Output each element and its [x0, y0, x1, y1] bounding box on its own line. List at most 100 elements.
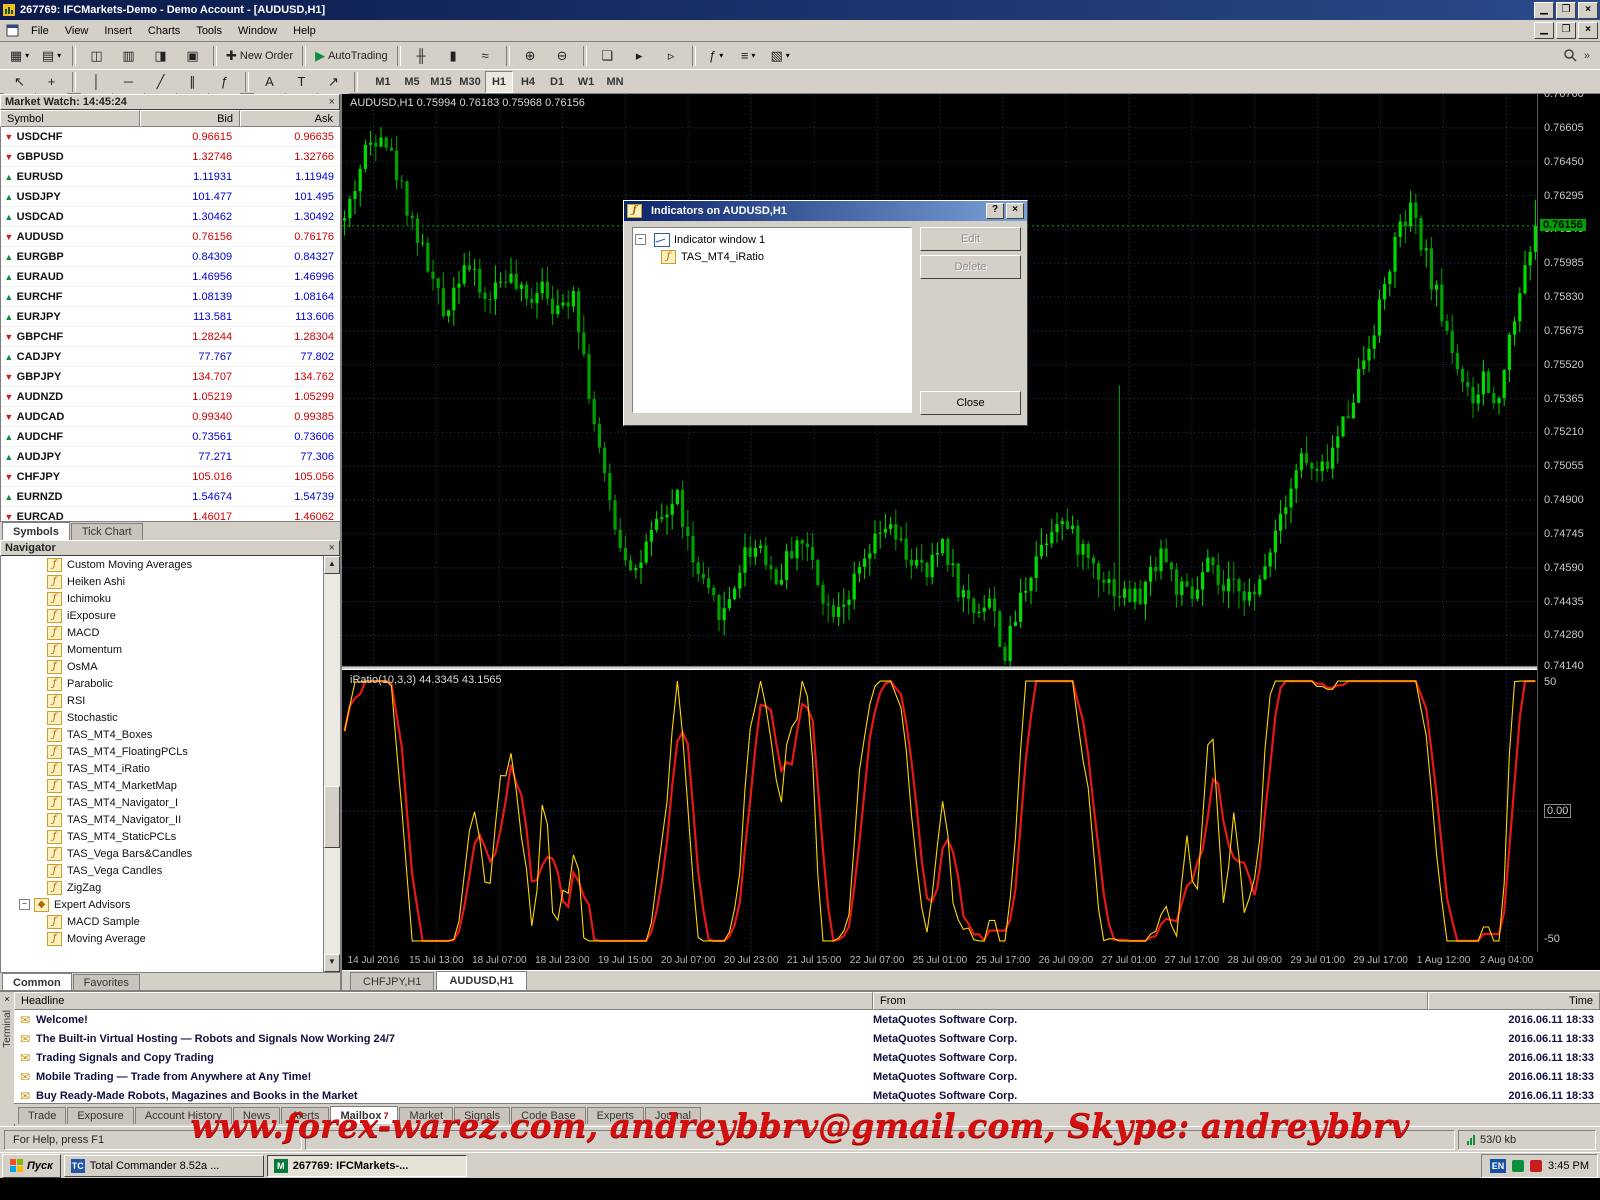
start-button[interactable]: Пуск [2, 1154, 61, 1178]
mail-row[interactable]: ✉Welcome!MetaQuotes Software Corp.2016.0… [14, 1010, 1600, 1029]
navigator-item[interactable]: ƒTAS_Vega Bars&Candles [1, 845, 340, 862]
market-watch-row[interactable]: ▼AUDNZD1.052191.05299 [1, 387, 340, 407]
auto-scroll-button[interactable]: ▸ [624, 44, 655, 68]
navigator-item[interactable]: ƒMACD [1, 624, 340, 641]
tree-node-indicator[interactable]: ƒ TAS_MT4_iRatio [635, 248, 909, 265]
scrollbar-thumb[interactable] [324, 786, 340, 848]
vertical-line-tool[interactable]: │ [81, 70, 112, 94]
arrows-tool[interactable]: ↗ [318, 70, 349, 94]
dropdown-arrow-icon[interactable]: ▾ [786, 51, 790, 60]
market-watch-row[interactable]: ▲USDJPY101.477101.495 [1, 187, 340, 207]
navigator-node-expert-advisors[interactable]: −◆Expert Advisors [1, 896, 340, 913]
market-watch-row[interactable]: ▲EURJPY113.581113.606 [1, 307, 340, 327]
menu-window[interactable]: Window [230, 22, 285, 40]
dropdown-arrow-icon[interactable]: ▾ [719, 51, 723, 60]
terminal-tab-signals[interactable]: Signals [454, 1107, 510, 1124]
navigator-item[interactable]: ƒIchimoku [1, 590, 340, 607]
mw-column-ask[interactable]: Ask [240, 110, 340, 127]
navigator-item[interactable]: ƒStochastic [1, 709, 340, 726]
terminal-tab-journal[interactable]: Journal [645, 1107, 701, 1124]
navigator-item[interactable]: ƒMoving Average [1, 930, 340, 947]
search-icon[interactable] [1563, 48, 1578, 63]
navigator-item[interactable]: ƒiExposure [1, 607, 340, 624]
dialog-indicator-list[interactable]: − Indicator window 1 ƒ TAS_MT4_iRatio [632, 227, 912, 413]
market-watch-row[interactable]: ▲AUDJPY77.27177.306 [1, 447, 340, 467]
market-watch-tab-tick-chart[interactable]: Tick Chart [71, 523, 143, 540]
price-scale[interactable]: 0.767600.766050.764500.762950.761400.759… [1537, 94, 1600, 970]
mail-row[interactable]: ✉Trading Signals and Copy TradingMetaQuo… [14, 1048, 1600, 1067]
tree-collapse-icon[interactable]: − [19, 899, 30, 910]
dialog-help-button[interactable]: ? [986, 203, 1004, 219]
tray-alert-icon[interactable] [1530, 1160, 1542, 1172]
terminal-tab-news[interactable]: News [233, 1107, 281, 1124]
timeframe-d1[interactable]: D1 [543, 71, 571, 93]
restore-button[interactable]: ❐ [1556, 2, 1576, 19]
close-button-dialog[interactable]: Close [920, 391, 1021, 415]
market-watch-row[interactable]: ▼USDCHF0.966150.96635 [1, 127, 340, 147]
market-watch-row[interactable]: ▼GBPJPY134.707134.762 [1, 367, 340, 387]
text-label-tool[interactable]: T [286, 70, 317, 94]
navigator-item[interactable]: ƒOsMA [1, 658, 340, 675]
autotrading-button[interactable]: ▶AutoTrading [311, 44, 392, 68]
market-watch-row[interactable]: ▼GBPCHF1.282441.28304 [1, 327, 340, 347]
trendline-tool[interactable]: ╱ [145, 70, 176, 94]
navigator-tab-favorites[interactable]: Favorites [73, 974, 140, 991]
navigator-item[interactable]: ƒHeiken Ashi [1, 573, 340, 590]
menu-file[interactable]: File [23, 22, 57, 40]
market-watch-row[interactable]: ▼AUDUSD0.761560.76176 [1, 227, 340, 247]
market-watch-row[interactable]: ▲EURAUD1.469561.46996 [1, 267, 340, 287]
chart-shift-button[interactable]: ▹ [656, 44, 687, 68]
tray-status-icon[interactable] [1512, 1160, 1524, 1172]
timeframe-m1[interactable]: M1 [369, 71, 397, 93]
market-watch-row[interactable]: ▲EURCHF1.081391.08164 [1, 287, 340, 307]
timeframe-m5[interactable]: M5 [398, 71, 426, 93]
crosshair-tool[interactable]: + [36, 70, 67, 94]
navigator-toggle[interactable]: ◨ [145, 44, 176, 68]
terminal-tab-market[interactable]: Market [399, 1107, 453, 1124]
navigator-item[interactable]: ƒTAS_MT4_FloatingPCLs [1, 743, 340, 760]
new-chart-button[interactable]: ▦▾ [4, 44, 35, 68]
task-button-m[interactable]: M267769: IFCMarkets-... [267, 1155, 467, 1177]
indicator-canvas[interactable] [342, 670, 1538, 952]
dialog-title-bar[interactable]: ƒ Indicators on AUDUSD,H1 ? × [624, 201, 1027, 221]
navigator-item[interactable]: ƒTAS_MT4_Navigator_I [1, 794, 340, 811]
navigator-close-icon[interactable]: × [329, 542, 335, 554]
task-button-tc[interactable]: TCTotal Commander 8.52a ... [64, 1155, 264, 1177]
periods-button[interactable]: ≡▾ [733, 44, 764, 68]
dropdown-arrow-icon[interactable]: ▾ [57, 51, 61, 60]
navigator-tab-common[interactable]: Common [2, 973, 72, 991]
navigator-item[interactable]: ƒMomentum [1, 641, 340, 658]
terminal-column-from[interactable]: From [873, 992, 1428, 1010]
market-watch-row[interactable]: ▲EURUSD1.119311.11949 [1, 167, 340, 187]
data-window-toggle[interactable]: ▥ [113, 44, 144, 68]
menu-charts[interactable]: Charts [140, 22, 188, 40]
cursor-tool[interactable]: ↖ [4, 70, 35, 94]
terminal-tab-trade[interactable]: Trade [18, 1107, 66, 1124]
timeframe-m15[interactable]: M15 [427, 71, 455, 93]
mail-row[interactable]: ✉The Built-in Virtual Hosting — Robots a… [14, 1029, 1600, 1048]
delete-button[interactable]: Delete [920, 255, 1021, 279]
tile-windows-button[interactable]: ❏ [592, 44, 623, 68]
fibonacci-tool[interactable]: ƒ [209, 70, 240, 94]
tree-node-indicator-window[interactable]: − Indicator window 1 [635, 231, 909, 248]
candles-button[interactable]: ▮ [438, 44, 469, 68]
zoom-in-button[interactable]: ⊕ [515, 44, 546, 68]
dialog-close-icon[interactable]: × [1006, 203, 1024, 219]
horizontal-line-tool[interactable]: ─ [113, 70, 144, 94]
timeframe-h4[interactable]: H4 [514, 71, 542, 93]
market-watch-row[interactable]: ▼GBPUSD1.327461.32766 [1, 147, 340, 167]
terminal-tab-experts[interactable]: Experts [587, 1107, 644, 1124]
navigator-scrollbar[interactable]: ▲ ▼ [323, 556, 340, 972]
toolbar-overflow-icon[interactable]: » [1584, 50, 1590, 62]
mw-column-bid[interactable]: Bid [140, 110, 240, 127]
chart-tab-audusdh1[interactable]: AUDUSD,H1 [436, 971, 526, 990]
navigator-item[interactable]: ƒParabolic [1, 675, 340, 692]
market-watch-row[interactable]: ▲EURNZD1.546741.54739 [1, 487, 340, 507]
navigator-item[interactable]: ƒZigZag [1, 879, 340, 896]
terminal-toggle[interactable]: ▣ [177, 44, 208, 68]
market-watch-row[interactable]: ▼EURCAD1.460171.46062 [1, 507, 340, 521]
navigator-item[interactable]: ƒTAS_MT4_Boxes [1, 726, 340, 743]
chart-tab-chfjpyh1[interactable]: CHFJPY,H1 [350, 972, 434, 990]
menu-tools[interactable]: Tools [188, 22, 230, 40]
terminal-column-time[interactable]: Time [1428, 992, 1600, 1010]
